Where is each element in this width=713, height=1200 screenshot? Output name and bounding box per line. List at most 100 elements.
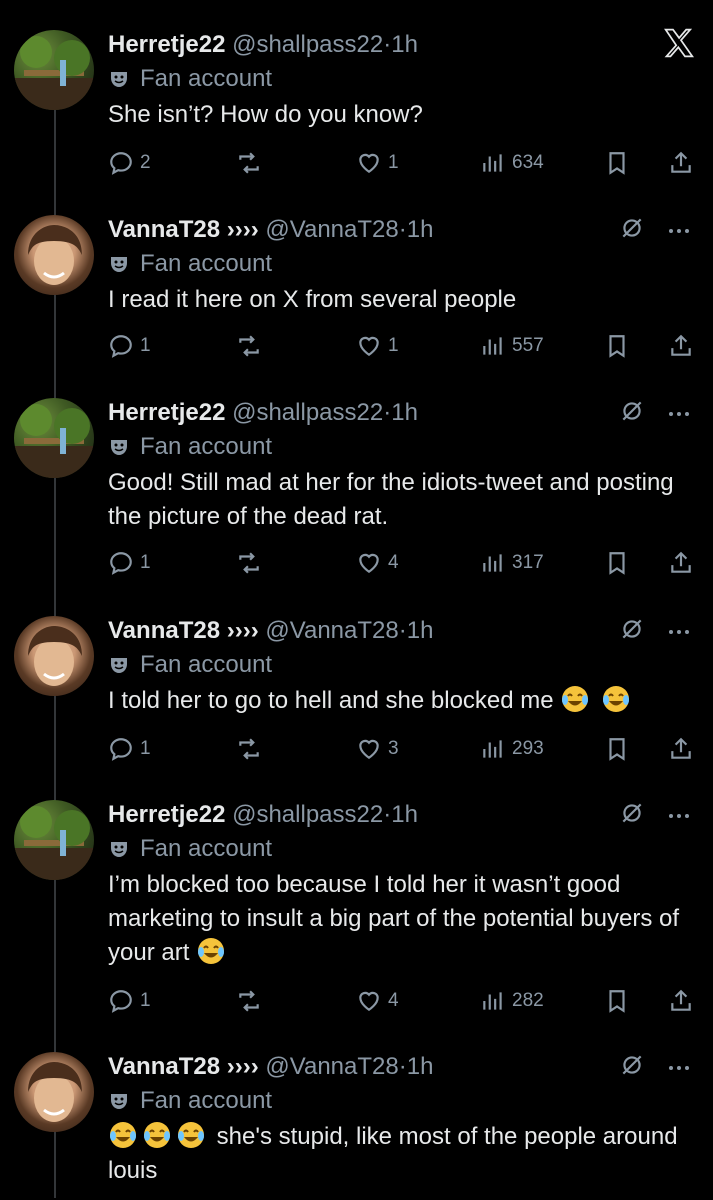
avatar[interactable] [14, 800, 94, 880]
grok-icon[interactable] [619, 398, 645, 429]
share-button[interactable] [668, 548, 694, 578]
views-button[interactable]: 557 [480, 331, 544, 361]
avatar[interactable] [14, 398, 94, 478]
display-name[interactable]: VannaT28 ›››› [108, 617, 259, 644]
tweet-top-actions [619, 398, 691, 429]
action-bar: 1 1 557 [108, 331, 698, 361]
avatar[interactable] [14, 30, 94, 110]
like-button[interactable]: 4 [356, 548, 399, 578]
share-button[interactable] [668, 148, 694, 178]
theater-mask-icon [108, 253, 130, 275]
display-name[interactable]: Herretje22 [108, 399, 225, 426]
grok-icon[interactable] [619, 616, 645, 647]
grok-icon[interactable] [619, 800, 645, 831]
account-label-text: Fan account [140, 250, 273, 277]
tweet-text-row: I told her to go to hell and she blocked… [108, 684, 698, 718]
avatar[interactable] [14, 1052, 94, 1132]
account-label-text: Fan account [140, 65, 273, 92]
tweet-top-actions [619, 1052, 691, 1083]
grok-icon[interactable] [619, 215, 645, 246]
laughing-emoji-icon [142, 1120, 172, 1150]
handle[interactable]: @VannaT28 [265, 216, 398, 243]
handle[interactable]: @shallpass22 [232, 31, 383, 58]
account-label: Fan account [108, 834, 272, 864]
bookmark-button[interactable] [604, 986, 630, 1016]
views-icon [483, 992, 502, 1010]
laughing-emoji-icon [560, 684, 590, 714]
x-logo-icon[interactable] [663, 28, 695, 63]
timestamp[interactable]: 1h [391, 31, 418, 58]
tweet-text: I’m blocked too because I told her it wa… [108, 871, 679, 966]
theater-mask-icon [108, 436, 130, 458]
tweet-header: VannaT28 ›››› @VannaT28·1h [108, 616, 433, 646]
reply-button[interactable]: 1 [108, 734, 151, 764]
bookmark-button[interactable] [604, 331, 630, 361]
like-count: 1 [388, 335, 399, 356]
views-icon [483, 740, 502, 758]
display-name[interactable]: Herretje22 [108, 801, 225, 828]
action-bar: 1 4 317 [108, 548, 698, 578]
more-options-icon[interactable] [667, 1059, 691, 1077]
reply-button[interactable]: 2 [108, 148, 151, 178]
more-options-icon[interactable] [667, 623, 691, 641]
share-icon [671, 151, 691, 173]
views-button[interactable]: 634 [480, 148, 544, 178]
like-button[interactable]: 3 [356, 734, 399, 764]
like-button[interactable]: 4 [356, 986, 399, 1016]
display-name[interactable]: Herretje22 [108, 31, 225, 58]
share-button[interactable] [668, 986, 694, 1016]
timestamp[interactable]: 1h [407, 1053, 434, 1080]
display-name[interactable]: VannaT28 ›››› [108, 216, 259, 243]
like-button[interactable]: 1 [356, 331, 399, 361]
bookmark-button[interactable] [604, 548, 630, 578]
bookmark-button[interactable] [604, 734, 630, 764]
reply-count: 1 [140, 552, 151, 573]
timestamp[interactable]: 1h [391, 399, 418, 426]
heart-icon [359, 553, 379, 573]
repost-button[interactable] [236, 986, 262, 1016]
grok-icon[interactable] [619, 1052, 645, 1083]
share-button[interactable] [668, 331, 694, 361]
repost-button[interactable] [236, 734, 262, 764]
account-label-text: Fan account [140, 1087, 273, 1114]
like-button[interactable]: 1 [356, 148, 399, 178]
view-count: 317 [512, 552, 544, 573]
handle[interactable]: @shallpass22 [232, 399, 383, 426]
repost-icon [239, 152, 259, 174]
share-icon [671, 334, 691, 356]
avatar[interactable] [14, 215, 94, 295]
tweet-header: VannaT28 ›››› @VannaT28·1h [108, 215, 433, 245]
handle[interactable]: @shallpass22 [232, 801, 383, 828]
views-button[interactable]: 317 [480, 548, 544, 578]
avatar[interactable] [14, 616, 94, 696]
more-options-icon[interactable] [667, 807, 691, 825]
timestamp[interactable]: 1h [407, 216, 434, 243]
handle[interactable]: @VannaT28 [265, 617, 398, 644]
reply-icon [110, 552, 132, 575]
repost-button[interactable] [236, 331, 262, 361]
account-label: Fan account [108, 64, 272, 94]
view-count: 557 [512, 335, 544, 356]
reply-count: 1 [140, 990, 151, 1011]
display-name[interactable]: VannaT28 ›››› [108, 1053, 259, 1080]
views-button[interactable]: 293 [480, 734, 544, 764]
tweet-text: She isn’t? How do you know? [108, 101, 423, 128]
views-button[interactable]: 282 [480, 986, 544, 1016]
bookmark-button[interactable] [604, 148, 630, 178]
reply-button[interactable]: 1 [108, 331, 151, 361]
more-options-icon[interactable] [667, 405, 691, 423]
reply-button[interactable]: 1 [108, 986, 151, 1016]
timestamp[interactable]: 1h [391, 801, 418, 828]
bookmark-icon [609, 552, 625, 575]
timestamp[interactable]: 1h [407, 617, 434, 644]
reply-count: 1 [140, 335, 151, 356]
repost-icon [239, 552, 259, 574]
share-button[interactable] [668, 734, 694, 764]
reply-icon [110, 335, 132, 358]
reply-button[interactable]: 1 [108, 548, 151, 578]
action-bar: 1 3 293 [108, 734, 698, 764]
repost-button[interactable] [236, 548, 262, 578]
more-options-icon[interactable] [667, 222, 691, 240]
handle[interactable]: @VannaT28 [265, 1053, 398, 1080]
repost-button[interactable] [236, 148, 262, 178]
